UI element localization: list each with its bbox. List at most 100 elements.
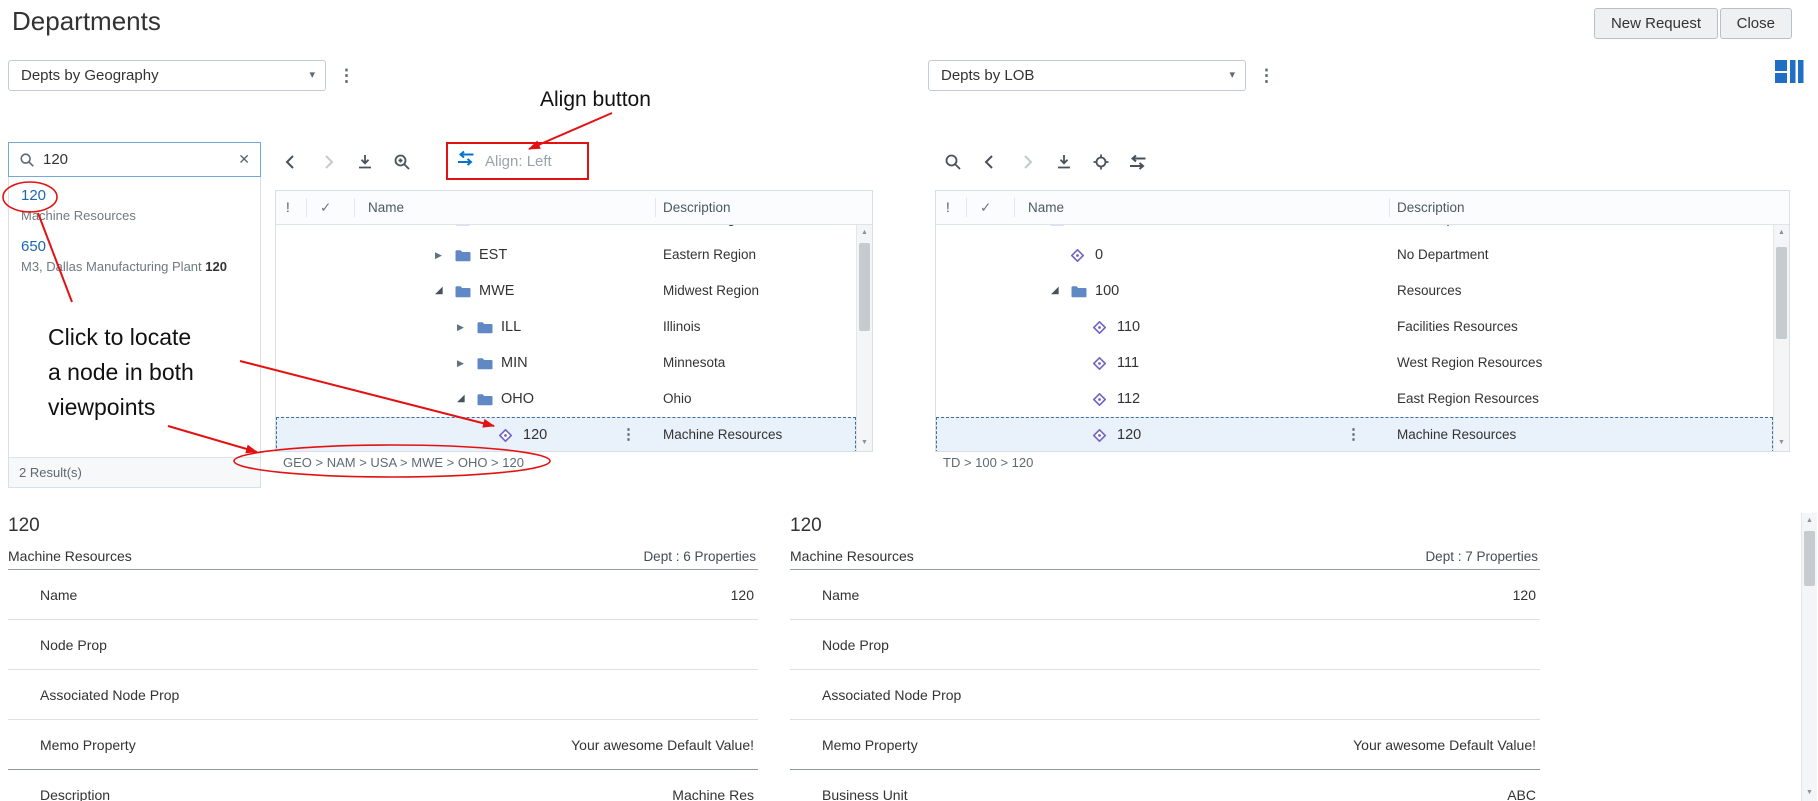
align-button[interactable]: Align: Left <box>456 146 552 176</box>
property-value[interactable]: ABC <box>1507 770 1536 801</box>
leaf-node-icon <box>499 417 512 451</box>
right-tree-scrollbar[interactable]: ▲ ▼ <box>1773 225 1789 451</box>
expand-node-icon[interactable]: ▶ <box>435 237 442 273</box>
collapse-node-icon[interactable]: ◢ <box>1051 273 1059 309</box>
right-properties-panel: 120 Machine Resources Dept : 7 Propertie… <box>790 512 1540 801</box>
scrollbar-thumb[interactable] <box>1776 247 1787 339</box>
folder-icon <box>455 237 471 273</box>
expand-node-icon[interactable]: ▶ <box>435 225 442 237</box>
search-input[interactable]: 120 ✕ <box>8 142 261 177</box>
scrollbar-thumb[interactable] <box>859 243 870 331</box>
search-result-item[interactable]: 120 Machine Resources <box>9 179 260 230</box>
new-request-button[interactable]: New Request <box>1593 8 1718 39</box>
tree-row[interactable]: ▶ MIN Minnesota <box>276 345 856 381</box>
property-value[interactable]: Your awesome Default Value! <box>571 720 754 770</box>
property-row[interactable]: Business Unit ABC <box>790 770 1540 801</box>
leaf-node-icon <box>1093 309 1106 345</box>
search-icon[interactable] <box>943 151 963 173</box>
tree-row[interactable]: 112 East Region Resources <box>936 381 1773 417</box>
node-description: Facilities Resources <box>1397 319 1518 334</box>
property-label: Description <box>40 787 111 801</box>
forward-icon[interactable] <box>1017 151 1037 173</box>
folder-icon <box>1049 225 1065 237</box>
scroll-up-icon[interactable]: ▲ <box>1802 514 1817 528</box>
property-row[interactable]: Description Machine Res <box>8 770 758 801</box>
property-row[interactable]: Associated Node Prop <box>8 670 758 720</box>
annotation-line: a node in both <box>48 359 194 385</box>
property-value[interactable]: 120 <box>731 570 754 620</box>
departments-page: Departments New Request Close Depts by G… <box>0 0 1818 801</box>
tree-row[interactable]: ▶ EST Eastern Region <box>276 237 856 273</box>
left-viewpoint-menu-icon[interactable]: ⋮ <box>338 63 355 89</box>
scroll-up-icon[interactable]: ▲ <box>857 226 872 240</box>
property-label: Associated Node Prop <box>40 687 180 703</box>
right-viewpoint-select[interactable]: Depts by LOB ▾ <box>928 60 1246 91</box>
expand-node-icon[interactable]: ▶ <box>457 309 464 345</box>
expand-node-icon[interactable]: ▶ <box>457 345 464 381</box>
node-description: Illinois <box>663 319 701 334</box>
forward-icon[interactable] <box>318 151 338 173</box>
tree-row[interactable]: 120 ⋮ Machine Resources <box>936 417 1773 451</box>
row-menu-icon[interactable]: ⋮ <box>621 417 636 451</box>
download-icon[interactable] <box>355 151 375 173</box>
tree-row[interactable]: ◢ 100 Resources <box>936 273 1773 309</box>
search-result-link[interactable]: 120 <box>21 187 248 204</box>
tree-row[interactable]: ▶ CEN Central Region <box>276 225 856 237</box>
right-viewpoint-menu-icon[interactable]: ⋮ <box>1258 63 1275 89</box>
tree-row[interactable]: 110 Facilities Resources <box>936 309 1773 345</box>
annotation-line: viewpoints <box>48 394 156 420</box>
node-name: EST <box>479 247 508 263</box>
clear-search-icon[interactable]: ✕ <box>238 143 250 176</box>
collapse-node-icon[interactable]: ◢ <box>1029 225 1037 237</box>
property-value[interactable]: Machine Res <box>672 770 754 801</box>
property-row[interactable]: Node Prop <box>8 620 758 670</box>
left-properties-panel: 120 Machine Resources Dept : 6 Propertie… <box>8 512 758 801</box>
align-button-label: Align: Left <box>485 152 552 170</box>
scrollbar-thumb[interactable] <box>1804 531 1815 586</box>
scroll-down-icon[interactable]: ▼ <box>1802 786 1817 800</box>
property-row[interactable]: Memo Property Your awesome Default Value! <box>790 720 1540 770</box>
property-row[interactable]: Name 120 <box>790 570 1540 620</box>
find-in-viewpoint-icon[interactable] <box>392 151 412 173</box>
property-row[interactable]: Name 120 <box>8 570 758 620</box>
tree-row[interactable]: 0 No Department <box>936 237 1773 273</box>
layout-columns-icon[interactable] <box>1774 58 1804 90</box>
leaf-node-icon <box>1093 381 1106 417</box>
page-scrollbar[interactable]: ▲ ▼ <box>1801 513 1817 801</box>
node-description: East Region Resources <box>1397 391 1539 406</box>
tree-row[interactable]: ▶ ILL Illinois <box>276 309 856 345</box>
tree-row[interactable]: 120 ⋮ Machine Resources <box>276 417 856 451</box>
row-menu-icon[interactable]: ⋮ <box>1346 417 1361 451</box>
search-result-link[interactable]: 650 <box>21 238 248 255</box>
align-icon[interactable] <box>1128 151 1148 173</box>
folder-icon <box>455 225 471 237</box>
back-icon[interactable] <box>980 151 1000 173</box>
scroll-down-icon[interactable]: ▼ <box>1774 436 1789 450</box>
property-row[interactable]: Associated Node Prop <box>790 670 1540 720</box>
node-description: Machine Resources <box>1397 427 1517 442</box>
tree-row[interactable]: 111 West Region Resources <box>936 345 1773 381</box>
folder-icon <box>477 345 493 381</box>
property-row[interactable]: Memo Property Your awesome Default Value! <box>8 720 758 770</box>
collapse-node-icon[interactable]: ◢ <box>457 381 465 417</box>
col-alert: ! <box>286 200 290 215</box>
close-button[interactable]: Close <box>1719 8 1792 39</box>
collapse-node-icon[interactable]: ◢ <box>435 273 443 309</box>
tree-row[interactable]: ◢ TD Total Department <box>936 225 1773 237</box>
property-value[interactable]: 120 <box>1513 570 1536 620</box>
download-icon[interactable] <box>1054 151 1074 173</box>
property-label: Memo Property <box>40 737 136 753</box>
tree-row[interactable]: ◢ MWE Midwest Region <box>276 273 856 309</box>
search-result-item[interactable]: 650 M3, Dallas Manufacturing Plant 120 <box>9 230 260 281</box>
property-value[interactable]: Your awesome Default Value! <box>1353 720 1536 770</box>
tree-row[interactable]: ◢ OHO Ohio <box>276 381 856 417</box>
locate-node-icon[interactable] <box>1091 151 1111 173</box>
scroll-up-icon[interactable]: ▲ <box>1774 226 1789 240</box>
property-row[interactable]: Node Prop <box>790 620 1540 670</box>
back-icon[interactable] <box>281 151 301 173</box>
scroll-down-icon[interactable]: ▼ <box>857 436 872 450</box>
left-viewpoint-select[interactable]: Depts by Geography ▾ <box>8 60 326 91</box>
properties-node-title: 120 <box>8 515 40 536</box>
right-viewpoint-name: Depts by LOB <box>941 67 1035 84</box>
left-tree-scrollbar[interactable]: ▲ ▼ <box>856 225 872 451</box>
